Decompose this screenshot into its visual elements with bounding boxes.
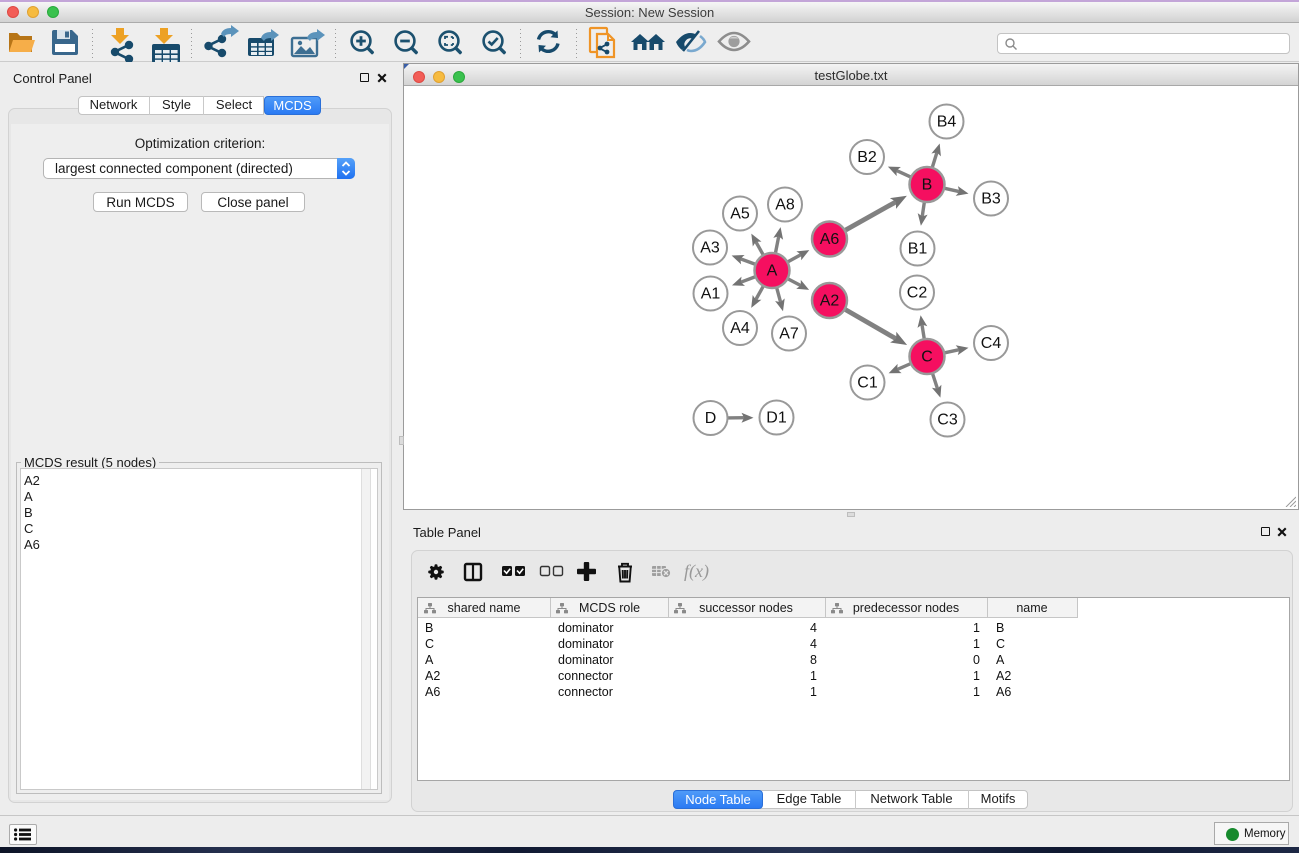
- svg-text:D: D: [705, 410, 717, 427]
- svg-text:A8: A8: [775, 197, 795, 214]
- svg-text:C4: C4: [981, 335, 1002, 352]
- svg-text:B4: B4: [937, 114, 957, 131]
- svg-text:C: C: [921, 349, 933, 366]
- svg-text:D1: D1: [766, 410, 787, 427]
- svg-text:C1: C1: [857, 375, 878, 392]
- svg-text:B3: B3: [981, 191, 1001, 208]
- svg-text:A: A: [767, 263, 778, 280]
- svg-text:A7: A7: [779, 326, 799, 343]
- svg-text:A4: A4: [730, 320, 750, 337]
- svg-text:A5: A5: [730, 206, 750, 223]
- svg-text:B2: B2: [857, 149, 877, 166]
- svg-text:A6: A6: [820, 231, 840, 248]
- svg-text:C3: C3: [937, 412, 958, 429]
- svg-text:A3: A3: [700, 240, 720, 257]
- svg-text:B1: B1: [908, 241, 928, 258]
- svg-text:B: B: [922, 177, 933, 194]
- svg-text:A2: A2: [820, 293, 840, 310]
- svg-text:C2: C2: [907, 285, 928, 302]
- svg-text:A1: A1: [701, 286, 721, 303]
- svg-text:f(x): f(x): [684, 561, 709, 582]
